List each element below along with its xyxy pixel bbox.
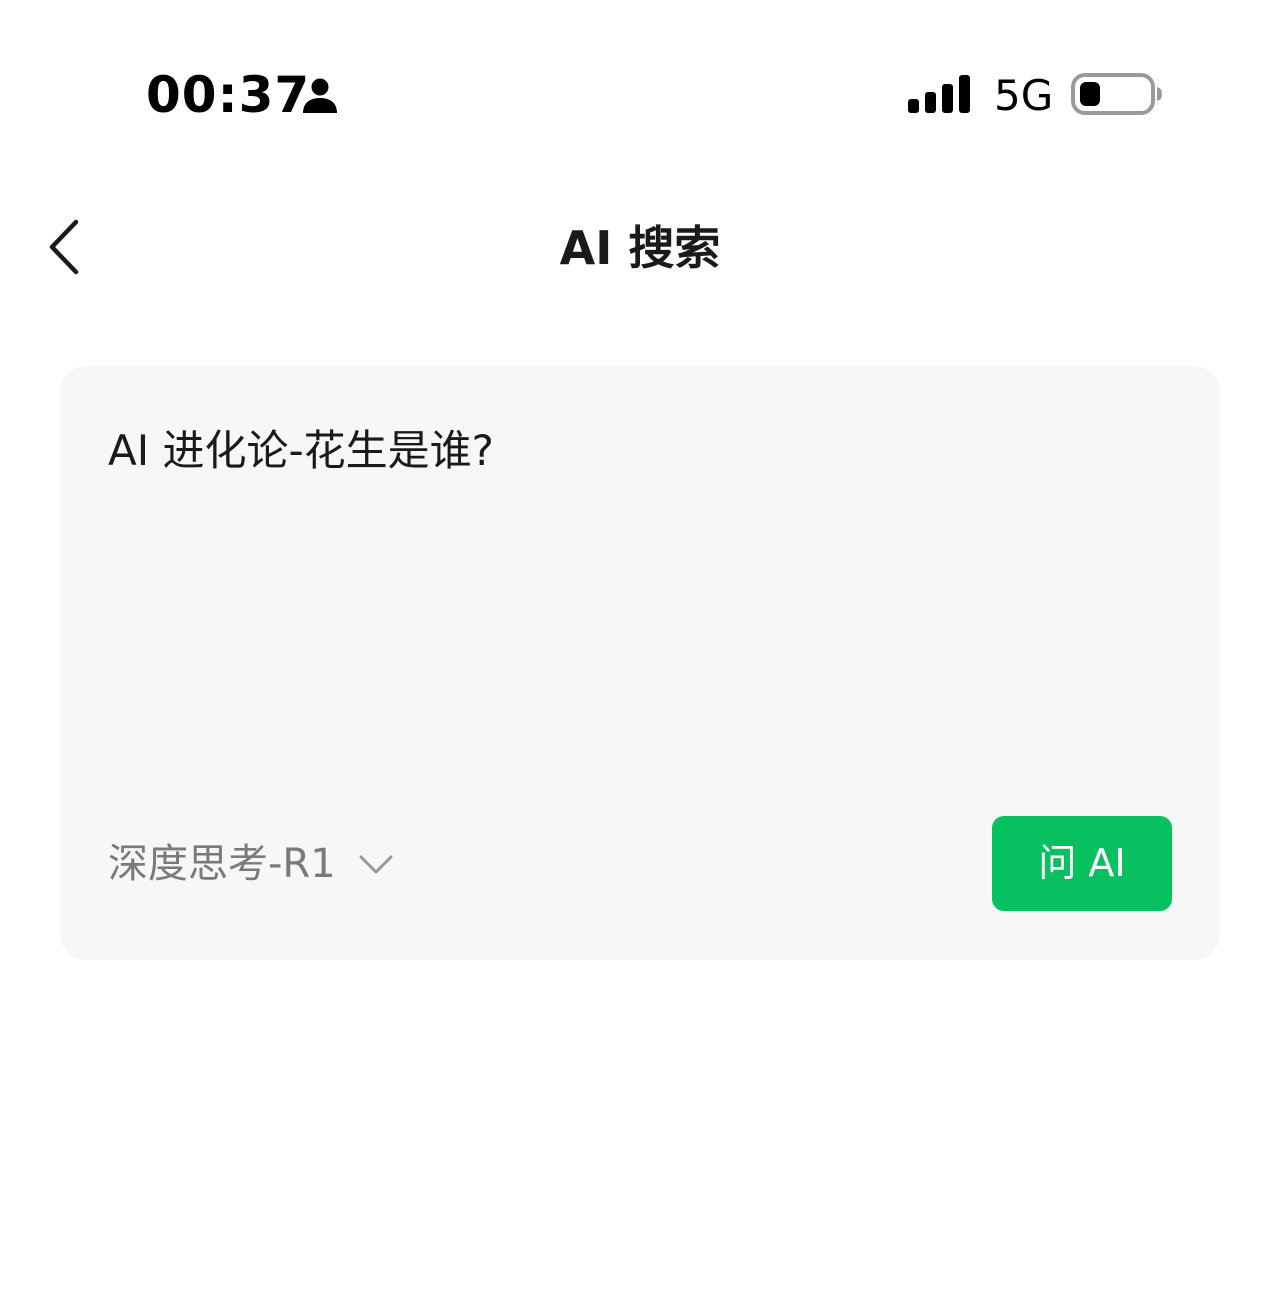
chevron-down-icon (359, 855, 393, 874)
ask-ai-button[interactable]: 问 AI (992, 816, 1172, 911)
page-title: AI 搜索 (559, 221, 721, 275)
model-selector-label: 深度思考-R1 (108, 841, 336, 887)
network-label: 5G (994, 71, 1054, 120)
status-bar: 00:37 5G (0, 0, 1280, 190)
query-input[interactable]: AI 进化论-花生是谁? (108, 416, 1168, 486)
status-time: 00:37 (146, 66, 311, 124)
search-card: AI 进化论-花生是谁? 深度思考-R1 问 AI (60, 366, 1220, 960)
person-icon (303, 78, 337, 113)
model-selector-dropdown[interactable]: 深度思考-R1 (108, 834, 394, 894)
battery-icon (1071, 73, 1162, 115)
ai-search-page: 00:37 5G AI 搜索 AI 进化论-花生是谁? 深度思考-R1 问 AI (0, 0, 1280, 1302)
chevron-left-icon[interactable] (40, 216, 90, 278)
signal-icon (908, 75, 970, 113)
